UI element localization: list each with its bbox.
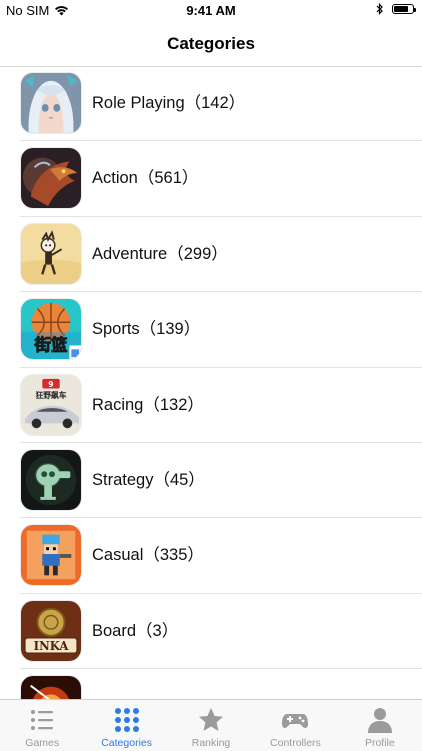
gamepad-icon [282, 714, 309, 728]
tab-controllers[interactable]: Controllers [253, 700, 337, 751]
sports-thumbnail-text: 街篮 [34, 335, 68, 354]
pixel-hero-thumbnail [20, 524, 82, 587]
battery-icon [392, 4, 416, 14]
basketball-thumbnail: 街篮 [20, 298, 82, 361]
tab-bar: Games Categories Ranking Controllers Pro… [0, 699, 422, 751]
navigation-bar: Categories [0, 22, 422, 67]
category-label: Casual（335） [92, 546, 204, 565]
board-thumbnail-text: INKA [34, 639, 70, 653]
person-icon [367, 708, 392, 733]
tab-label: Games [25, 737, 60, 749]
category-label: Action（561） [92, 169, 199, 188]
category-row-adventure[interactable]: Adventure（299） [0, 217, 422, 293]
category-row-sports[interactable]: 街篮 Sports（139） [0, 292, 422, 368]
tab-label: Profile [364, 737, 395, 749]
category-label: Board（3） [92, 621, 179, 640]
robot-thumbnail [20, 448, 82, 511]
fire-thumbnail [20, 675, 82, 699]
race-car-thumbnail: 9 狂野飙车 [20, 373, 82, 436]
tab-label: Ranking [191, 737, 231, 749]
tab-ranking[interactable]: Ranking [169, 700, 253, 751]
category-row-casual[interactable]: Casual（335） [0, 518, 422, 594]
category-label: Role Playing（142） [92, 94, 246, 112]
category-label: Adventure（299） [92, 244, 228, 263]
battery-level [394, 6, 409, 12]
racing-thumbnail-title: 狂野飙车 [36, 390, 67, 400]
category-row-role-playing[interactable]: Role Playing（142） [0, 66, 422, 142]
category-row-strategy[interactable]: Strategy（45） [0, 443, 422, 519]
category-row-partial[interactable] [0, 669, 422, 699]
status-right [376, 3, 416, 15]
anime-girl-thumbnail [20, 72, 82, 134]
list-icon [31, 710, 54, 730]
status-bar: No SIM 9:41 AM [0, 0, 422, 22]
adventure-character-thumbnail [20, 222, 82, 285]
category-list[interactable]: Role Playing（142） Action（561） Adventure（… [0, 66, 422, 699]
inka-thumbnail: INKA [20, 599, 82, 662]
tab-categories[interactable]: Categories [84, 700, 168, 751]
category-row-board[interactable]: INKA Board（3） [0, 594, 422, 670]
clock: 9:41 AM [186, 3, 236, 18]
category-label: Strategy（45） [92, 470, 205, 489]
tab-label: Controllers [270, 737, 321, 749]
grid-icon [114, 708, 139, 732]
star-icon [199, 708, 224, 731]
dragon-thumbnail [20, 147, 82, 210]
tab-profile[interactable]: Profile [338, 700, 422, 751]
racing-thumbnail-badge: 9 [48, 380, 53, 389]
tab-games[interactable]: Games [0, 700, 84, 751]
category-row-action[interactable]: Action（561） [0, 141, 422, 217]
page-title: Categories [167, 34, 255, 53]
category-label: Racing（132） [92, 395, 204, 414]
bluetooth-icon [376, 3, 383, 15]
category-row-racing[interactable]: 9 狂野飙车 Racing（132） [0, 368, 422, 443]
tab-label: Categories [101, 737, 152, 749]
category-label: Sports（139） [92, 320, 201, 339]
